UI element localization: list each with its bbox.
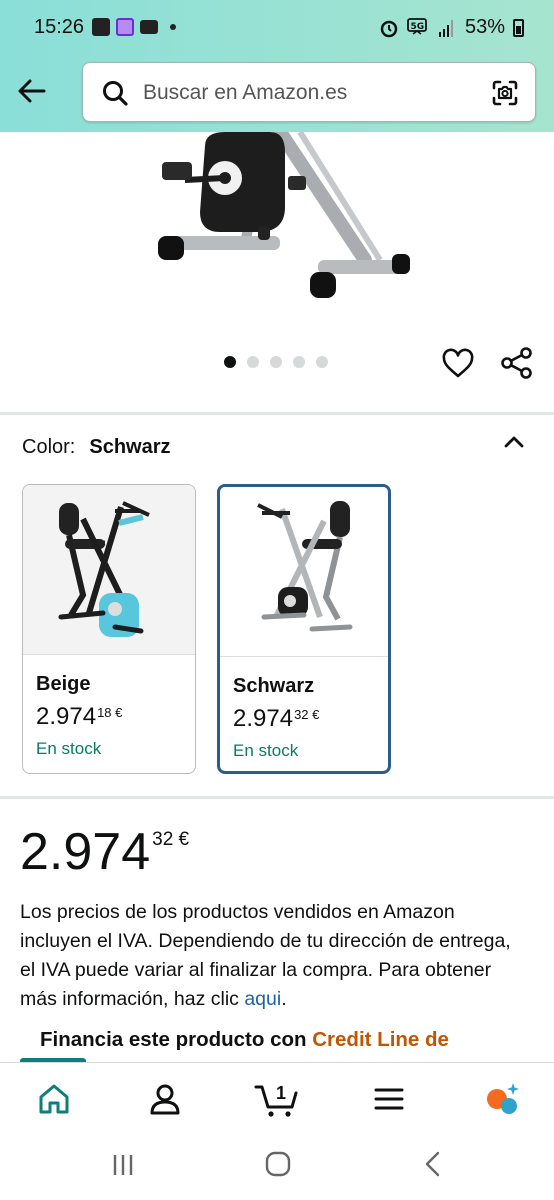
color-option-price: 2.97418 € — [36, 703, 122, 731]
signal-icon — [438, 19, 453, 37]
gallery-dot[interactable] — [247, 356, 259, 368]
price-whole: 2.974 — [20, 823, 151, 881]
bottom-navigation: 1 — [0, 1062, 554, 1132]
account-icon[interactable] — [145, 1079, 185, 1119]
camera-scan-icon[interactable] — [491, 79, 519, 107]
cart-count: 1 — [276, 1083, 286, 1103]
system-navigation-bar — [0, 1132, 554, 1200]
status-right: 5G 53% — [379, 16, 524, 39]
color-option-beige[interactable]: Beige 2.97418 € En stock — [22, 484, 196, 774]
stock-status: En stock — [233, 741, 299, 760]
search-input[interactable]: Buscar en Amazon.es — [82, 62, 536, 122]
app-notification-icon — [116, 18, 134, 36]
home-button-icon[interactable] — [264, 1150, 292, 1178]
gallery-dot[interactable] — [293, 356, 305, 368]
finance-text: Financia este producto con — [40, 1028, 313, 1051]
tax-notice-end: . — [281, 988, 287, 1010]
price-whole: 2.974 — [233, 705, 294, 732]
finance-offer: Financia este producto con Credit Line d… — [40, 1028, 449, 1052]
battery-percent: 53% — [464, 16, 505, 38]
section-divider — [0, 796, 554, 799]
price-fraction: 32 € — [152, 829, 190, 850]
mail-icon — [140, 20, 158, 34]
5g-icon: 5G — [407, 17, 427, 35]
product-image[interactable] — [150, 132, 420, 304]
gallery-pagination[interactable] — [224, 356, 328, 368]
search-icon — [103, 81, 128, 106]
gallery-dot[interactable] — [316, 356, 328, 368]
battery-icon — [513, 18, 524, 37]
color-option-schwarz[interactable]: Schwarz 2.97432 € En stock — [217, 484, 391, 774]
status-time: 15:26 — [34, 16, 85, 38]
recent-apps-icon[interactable] — [110, 1152, 136, 1178]
section-divider — [0, 412, 554, 415]
price-fraction: 18 € — [97, 705, 123, 720]
bike-schwarz-thumbnail — [257, 501, 353, 632]
color-option-name: Beige — [36, 673, 91, 695]
cart-icon[interactable]: 1 — [254, 1079, 300, 1119]
stock-status: En stock — [36, 739, 102, 758]
status-bar: 15:26 5G 53% — [0, 0, 554, 56]
tax-notice: Los precios de los productos vendidos en… — [20, 898, 520, 1014]
back-button-icon[interactable] — [420, 1150, 446, 1178]
status-notification-icons — [92, 18, 176, 36]
product-price: 2.974 32 € — [20, 826, 189, 878]
share-icon[interactable] — [500, 346, 534, 380]
home-icon[interactable] — [34, 1079, 74, 1119]
color-selection-label: Color: Schwarz — [22, 436, 171, 459]
selected-color-name: Schwarz — [89, 436, 171, 458]
gallery-icon — [92, 18, 110, 36]
tax-info-link[interactable]: aqui — [244, 988, 281, 1010]
color-option-image — [220, 487, 388, 657]
price-whole: 2.974 — [36, 703, 97, 730]
chevron-up-icon[interactable] — [502, 430, 526, 454]
alarm-icon — [380, 20, 398, 37]
color-label-text: Color: — [22, 436, 76, 458]
price-fraction: 32 € — [294, 707, 320, 722]
color-option-image — [23, 485, 195, 655]
gallery-dot[interactable] — [270, 356, 282, 368]
gallery-dot[interactable] — [224, 356, 236, 368]
color-option-name: Schwarz — [233, 675, 315, 697]
rufus-icon[interactable] — [482, 1079, 522, 1119]
credit-line-link[interactable]: Credit Line de — [312, 1028, 449, 1051]
back-arrow-icon[interactable] — [14, 72, 52, 110]
dot-icon — [170, 24, 176, 30]
color-option-price: 2.97432 € — [233, 705, 319, 733]
search-placeholder: Buscar en Amazon.es — [143, 81, 348, 104]
product-image-gallery[interactable] — [0, 132, 554, 414]
bike-beige-thumbnail — [58, 501, 150, 637]
heart-icon[interactable] — [442, 348, 474, 380]
app-header: 15:26 5G 53% Buscar en Amazon.es — [0, 0, 554, 132]
menu-icon[interactable] — [369, 1079, 409, 1119]
